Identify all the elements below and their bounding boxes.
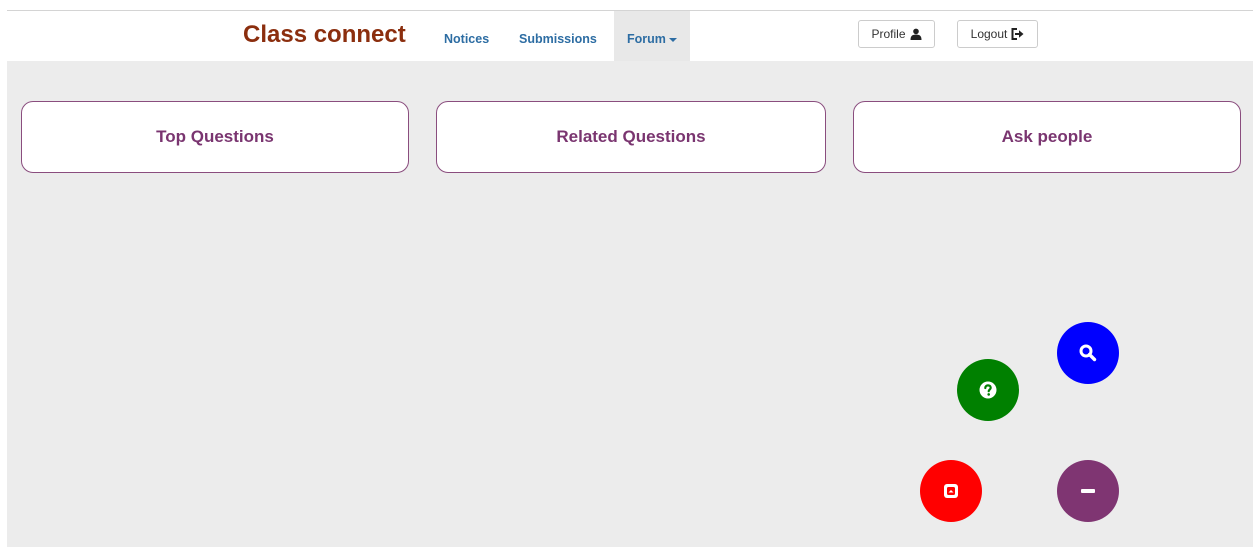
top-questions-card[interactable]: Top Questions xyxy=(21,101,409,173)
nav-forum-label: Forum xyxy=(627,32,666,46)
logout-button-label: Logout xyxy=(970,27,1008,41)
app-frame: Class connect Notices Submissions Forum … xyxy=(7,10,1253,547)
profile-button-label: Profile xyxy=(871,27,906,41)
logout-icon xyxy=(1011,28,1024,40)
question-icon xyxy=(979,381,997,399)
brand-title[interactable]: Class connect xyxy=(243,21,406,49)
minus-fab-button[interactable] xyxy=(1057,460,1119,522)
nav-submissions[interactable]: Submissions xyxy=(519,32,597,46)
profile-button[interactable]: Profile xyxy=(858,20,935,48)
search-icon xyxy=(1079,344,1097,362)
related-questions-card[interactable]: Related Questions xyxy=(436,101,826,173)
ask-people-card[interactable]: Ask people xyxy=(853,101,1241,173)
logout-button[interactable]: Logout xyxy=(957,20,1038,48)
top-navbar: Class connect Notices Submissions Forum … xyxy=(7,11,1253,61)
question-fab-button[interactable] xyxy=(957,359,1019,421)
minus-icon xyxy=(1081,489,1095,493)
nav-forum[interactable]: Forum xyxy=(627,32,677,46)
nav-notices[interactable]: Notices xyxy=(444,32,489,46)
collapse-fab-button[interactable] xyxy=(920,460,982,522)
caret-down-icon xyxy=(668,37,677,42)
search-fab-button[interactable] xyxy=(1057,322,1119,384)
user-icon xyxy=(910,28,921,40)
collapse-icon xyxy=(944,484,958,498)
nav-forum-tab[interactable]: Forum xyxy=(614,11,690,61)
